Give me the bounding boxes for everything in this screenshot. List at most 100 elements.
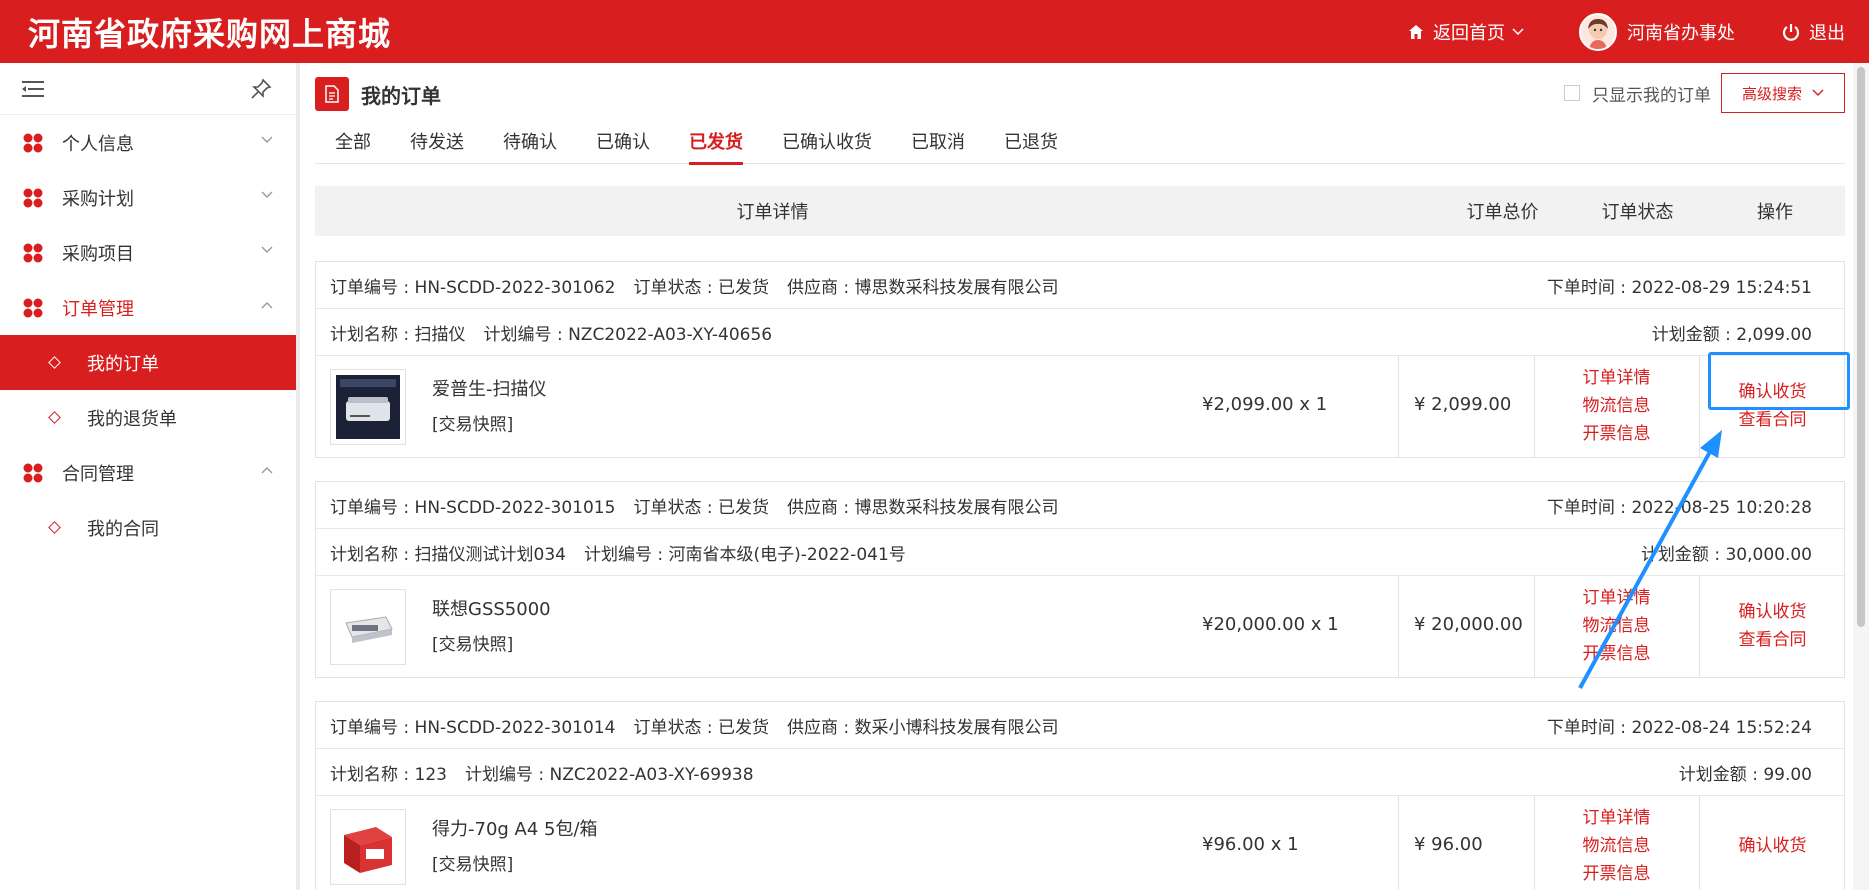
power-icon — [1782, 23, 1800, 41]
only-mine-label: 只显示我的订单 — [1592, 85, 1711, 106]
table-header: 订单详情 订单总价 订单状态 操作 — [315, 186, 1845, 236]
home-menu[interactable]: 返回首页 — [1407, 19, 1533, 45]
advanced-search-button[interactable]: 高级搜索 — [1721, 73, 1845, 113]
user-menu[interactable]: 河南省办事处 — [1579, 12, 1735, 51]
diamond-icon — [48, 521, 61, 534]
trade-snapshot-link[interactable]: [交易快照] — [432, 410, 513, 435]
confirm-receipt-link[interactable]: 确认收货 — [1699, 832, 1846, 860]
order-detail-link[interactable]: 订单详情 — [1534, 364, 1699, 392]
sidebar-item-label: 个人信息 — [62, 133, 134, 155]
plan-number: 计划编号 : 河南省本级(电子)-2022-041号 — [583, 544, 906, 565]
order-time: 下单时间 : 2022-08-24 15:52:24 — [1546, 717, 1812, 738]
vertical-scrollbar[interactable] — [1853, 63, 1869, 890]
sidebar-item-label: 采购计划 — [62, 188, 134, 210]
flower-icon — [23, 298, 43, 317]
sidebar-item-contract-management[interactable]: 合同管理 — [0, 445, 296, 500]
column-actions: 操作 — [1757, 202, 1793, 223]
diamond-icon — [48, 411, 61, 424]
order-number: 订单编号 : HN-SCDD-2022-301062 — [330, 277, 616, 298]
confirm-receipt-link[interactable]: 确认收货 — [1699, 598, 1846, 626]
view-contract-link[interactable]: 查看合同 — [1699, 626, 1846, 654]
tab-pending-send[interactable]: 待发送 — [410, 118, 464, 164]
tab-confirmed[interactable]: 已确认 — [596, 118, 650, 164]
sidebar-subitem-my-contracts[interactable]: 我的合同 — [0, 500, 296, 555]
user-name: 河南省办事处 — [1627, 22, 1735, 44]
status-tabs: 全部 待发送 待确认 已确认 已发货 已确认收货 已取消 已退货 — [315, 118, 1845, 165]
invoice-info-link[interactable]: 开票信息 — [1534, 860, 1699, 888]
site-logo[interactable]: 河南省政府采购网上商城 — [28, 9, 391, 55]
product-thumbnail[interactable] — [330, 809, 406, 885]
unit-price: ¥2,099.00 x 1 — [1202, 394, 1328, 415]
plan-amount: 计划金额 : 30,000.00 — [1640, 544, 1812, 565]
scrollbar-thumb[interactable] — [1857, 67, 1865, 627]
plan-amount: 计划金额 : 2,099.00 — [1651, 324, 1812, 345]
sidebar-subitem-label: 我的订单 — [87, 353, 159, 375]
sidebar-item-label: 合同管理 — [62, 463, 134, 485]
product-name[interactable]: 联想GSS5000 — [432, 595, 551, 621]
plan-number: 计划编号 : NZC2022-A03-XY-69938 — [464, 764, 754, 785]
product-thumbnail[interactable] — [330, 589, 406, 665]
logout-button[interactable]: 退出 — [1781, 19, 1845, 45]
product-thumbnail[interactable] — [330, 369, 406, 445]
order-status: 订单状态 : 已发货 — [633, 717, 769, 738]
only-mine-checkbox[interactable] — [1564, 85, 1580, 101]
main-content: 我的订单 只显示我的订单 高级搜索 全部 待发送 待确认 已确认 已发货 已确认… — [315, 63, 1845, 890]
invoice-info-link[interactable]: 开票信息 — [1534, 420, 1699, 448]
invoice-info-link[interactable]: 开票信息 — [1534, 640, 1699, 668]
product-name[interactable]: 得力-70g A4 5包/箱 — [432, 815, 598, 841]
order-total: ¥ 20,000.00 — [1414, 614, 1523, 635]
highlight-box — [1708, 352, 1850, 410]
advanced-search-label: 高级搜索 — [1741, 84, 1802, 103]
logout-label: 退出 — [1809, 22, 1845, 44]
tab-received[interactable]: 已确认收货 — [782, 118, 872, 164]
sidebar-item-purchase-plan[interactable]: 采购计划 — [0, 170, 296, 225]
trade-snapshot-link[interactable]: [交易快照] — [432, 850, 513, 875]
plan-name: 计划名称 : 扫描仪 — [330, 324, 466, 345]
sidebar-item-label: 采购项目 — [62, 243, 134, 265]
sidebar-subitem-my-orders[interactable]: 我的订单 — [0, 335, 296, 390]
column-order-status: 订单状态 — [1601, 202, 1674, 223]
home-icon — [1409, 24, 1423, 39]
order-detail-link[interactable]: 订单详情 — [1534, 804, 1699, 832]
order-status: 订单状态 : 已发货 — [633, 497, 769, 518]
sidebar-item-order-management[interactable]: 订单管理 — [0, 280, 296, 335]
logistics-info-link[interactable]: 物流信息 — [1534, 392, 1699, 420]
tab-all[interactable]: 全部 — [335, 118, 371, 164]
order-total: ¥ 96.00 — [1414, 834, 1483, 855]
sidebar-subitem-my-returns[interactable]: 我的退货单 — [0, 390, 296, 445]
view-contract-link[interactable]: 查看合同 — [1699, 406, 1846, 434]
sidebar: 个人信息 采购计划 采购项目 订单管理 我的订单 我的退货单 合同管理 我的合同 — [0, 63, 300, 890]
pin-icon[interactable] — [250, 78, 272, 100]
tab-pending-confirm[interactable]: 待确认 — [503, 118, 557, 164]
unit-price: ¥20,000.00 x 1 — [1202, 614, 1339, 635]
chevron-down-icon — [261, 191, 273, 198]
document-icon — [315, 77, 349, 111]
chevron-up-icon — [261, 302, 273, 309]
flower-icon — [23, 133, 43, 152]
diamond-icon — [48, 356, 61, 369]
order-number: 订单编号 : HN-SCDD-2022-301015 — [330, 497, 616, 518]
top-header: 河南省政府采购网上商城 返回首页 河南省办事处 退出 — [0, 0, 1869, 63]
order-total: ¥ 2,099.00 — [1414, 394, 1512, 415]
home-label: 返回首页 — [1433, 22, 1505, 44]
logistics-info-link[interactable]: 物流信息 — [1534, 612, 1699, 640]
order-card: 订单编号 : HN-SCDD-2022-301015 订单状态 : 已发货 供应… — [315, 481, 1845, 678]
product-name[interactable]: 爱普生-扫描仪 — [432, 375, 547, 401]
page-title: 我的订单 — [361, 83, 441, 108]
order-number: 订单编号 : HN-SCDD-2022-301014 — [330, 717, 616, 738]
order-supplier: 供应商 : 博思数采科技发展有限公司 — [787, 277, 1059, 298]
plan-name: 计划名称 : 扫描仪测试计划034 — [330, 544, 566, 565]
tab-returned[interactable]: 已退货 — [1004, 118, 1058, 164]
trade-snapshot-link[interactable]: [交易快照] — [432, 630, 513, 655]
sidebar-item-purchase-project[interactable]: 采购项目 — [0, 225, 296, 280]
tab-shipped[interactable]: 已发货 — [689, 118, 743, 165]
sidebar-item-personal-info[interactable]: 个人信息 — [0, 115, 296, 170]
order-detail-link[interactable]: 订单详情 — [1534, 584, 1699, 612]
column-order-detail: 订单详情 — [736, 202, 809, 223]
tab-cancelled[interactable]: 已取消 — [911, 118, 965, 164]
flower-icon — [23, 243, 43, 262]
logistics-info-link[interactable]: 物流信息 — [1534, 832, 1699, 860]
collapse-menu-icon[interactable] — [22, 79, 46, 99]
plan-amount: 计划金额 : 99.00 — [1678, 764, 1812, 785]
order-supplier: 供应商 : 数采小博科技发展有限公司 — [787, 717, 1059, 738]
